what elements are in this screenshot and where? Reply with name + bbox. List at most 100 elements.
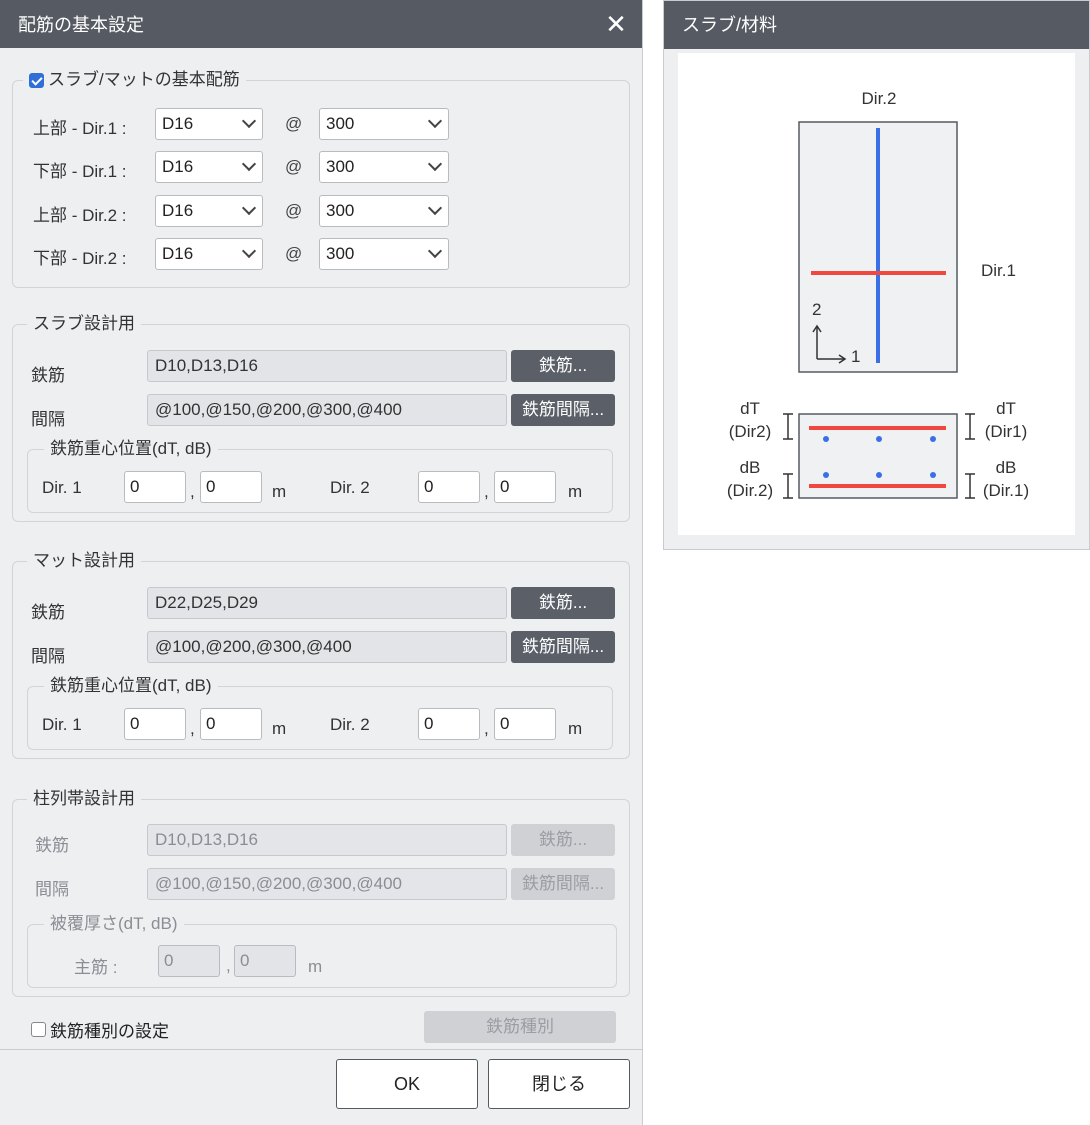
slab-material-panel: スラブ/材料 Dir.2 Dir.1 2 1 dT (Dir2) dT (Dir… bbox=[663, 0, 1090, 550]
top-dir2-bar bbox=[876, 436, 882, 442]
column-strip-legend: 柱列帯設計用 bbox=[27, 787, 141, 811]
chevron-down-icon bbox=[241, 113, 257, 129]
bar-size-select[interactable]: D16 bbox=[155, 108, 263, 140]
mat-design-group: マット設計用 鉄筋 D22,D25,D29 鉄筋... 間隔 @100,@200… bbox=[12, 549, 630, 759]
dB-right-label: dB bbox=[996, 458, 1017, 477]
spacing-value: 300 bbox=[326, 201, 355, 220]
dir1-label: Dir.1 bbox=[981, 261, 1016, 280]
dir2-label: Dir. 2 bbox=[330, 715, 370, 734]
rebar-type-checkbox[interactable] bbox=[31, 1022, 46, 1037]
slab-rebar-label: 鉄筋 bbox=[31, 366, 65, 385]
mat-design-legend: マット設計用 bbox=[27, 549, 141, 573]
chevron-down-icon bbox=[241, 200, 257, 216]
chevron-down-icon bbox=[427, 243, 443, 259]
main-bar-label: 主筋 : bbox=[74, 958, 118, 977]
bar-size-value: D16 bbox=[162, 114, 194, 133]
slab-rebar-field[interactable]: D10,D13,D16 bbox=[147, 350, 507, 382]
slab-dir1-dB-input[interactable]: 0 bbox=[200, 471, 262, 503]
column-strip-spacing-button: 鉄筋間隔... bbox=[511, 868, 615, 900]
unit-label: m bbox=[308, 957, 323, 976]
slab-spacing-field[interactable]: @100,@150,@200,@300,@400 bbox=[147, 394, 507, 426]
chevron-down-icon bbox=[241, 243, 257, 259]
slab-dir1-dT-input[interactable]: 0 bbox=[124, 471, 186, 503]
comma: , bbox=[484, 719, 489, 738]
basic-rebar-checkbox[interactable] bbox=[29, 72, 44, 88]
bar-size-select[interactable]: D16 bbox=[155, 195, 263, 227]
mat-rebar-label: 鉄筋 bbox=[31, 603, 65, 622]
mat-spacing-button[interactable]: 鉄筋間隔... bbox=[511, 631, 615, 663]
chevron-down-icon bbox=[427, 113, 443, 129]
slab-centroid-group: 鉄筋重心位置(dT, dB) Dir. 1 0 , 0 m Dir. 2 0 ,… bbox=[27, 437, 613, 513]
top-dir2-bar bbox=[823, 436, 829, 442]
spacing-select[interactable]: 300 bbox=[319, 151, 449, 183]
mat-dir1-dB-input[interactable]: 0 bbox=[200, 708, 262, 740]
unit-label: m bbox=[568, 719, 583, 738]
bar-size-select[interactable]: D16 bbox=[155, 151, 263, 183]
bottom-dir2-bar bbox=[930, 472, 936, 478]
spacing-select[interactable]: 300 bbox=[319, 195, 449, 227]
dT-right-label: dT bbox=[996, 399, 1016, 418]
cover-legend: 被覆厚さ(dT, dB) bbox=[44, 912, 184, 936]
rebar-type-button: 鉄筋種別 bbox=[424, 1011, 616, 1043]
column-strip-group: 柱列帯設計用 鉄筋 D10,D13,D16 鉄筋... 間隔 @100,@150… bbox=[12, 787, 630, 997]
mat-rebar-field[interactable]: D22,D25,D29 bbox=[147, 587, 507, 619]
close-button[interactable]: 閉じる bbox=[488, 1059, 630, 1109]
comma: , bbox=[226, 956, 231, 975]
column-strip-rebar-label: 鉄筋 bbox=[35, 836, 69, 855]
bar-size-value: D16 bbox=[162, 244, 194, 263]
slab-spacing-button[interactable]: 鉄筋間隔... bbox=[511, 394, 615, 426]
column-strip-rebar-button: 鉄筋... bbox=[511, 824, 615, 856]
slab-centroid-legend: 鉄筋重心位置(dT, dB) bbox=[44, 437, 218, 461]
mat-dir1-dT-input[interactable]: 0 bbox=[124, 708, 186, 740]
dir2-paren-label: (Dir2) bbox=[729, 422, 772, 441]
spacing-select[interactable]: 300 bbox=[319, 238, 449, 270]
row-label: 下部 - Dir.2 : bbox=[33, 249, 127, 268]
dB-left-label: dB bbox=[740, 458, 761, 477]
at-symbol: @ bbox=[285, 114, 303, 133]
row-label: 下部 - Dir.1 : bbox=[33, 162, 127, 181]
slab-dir2-dB-input[interactable]: 0 bbox=[494, 471, 556, 503]
basic-rebar-group: スラブ/マットの基本配筋 上部 - Dir.1 : D16 @ 300 下部 -… bbox=[12, 68, 630, 288]
comma: , bbox=[190, 482, 195, 501]
ok-button[interactable]: OK bbox=[336, 1059, 478, 1109]
bar-size-value: D16 bbox=[162, 157, 194, 176]
top-dir2-bar bbox=[930, 436, 936, 442]
slab-spacing-label: 間隔 bbox=[31, 410, 65, 429]
row-label: 上部 - Dir.2 : bbox=[33, 206, 127, 225]
dir2-label: Dir.2 bbox=[862, 89, 897, 108]
dir1-paren-b-label: (Dir.1) bbox=[983, 481, 1029, 500]
rebar-type-checkbox-label[interactable]: 鉄筋種別の設定 bbox=[50, 1017, 169, 1042]
basic-rebar-checkbox-label[interactable]: スラブ/マットの基本配筋 bbox=[48, 68, 240, 92]
row-label: 上部 - Dir.1 : bbox=[33, 119, 127, 138]
dimension-marker-icon bbox=[783, 413, 793, 499]
comma: , bbox=[190, 719, 195, 738]
cover-dT-input: 0 bbox=[158, 945, 220, 977]
chevron-down-icon bbox=[427, 156, 443, 172]
dir2-label: Dir. 2 bbox=[330, 478, 370, 497]
chevron-down-icon bbox=[241, 156, 257, 172]
at-symbol: @ bbox=[285, 157, 303, 176]
diagram-canvas: Dir.2 Dir.1 2 1 dT (Dir2) dT (Dir1) dB (… bbox=[678, 53, 1075, 535]
column-strip-rebar-field: D10,D13,D16 bbox=[147, 824, 507, 856]
bar-size-select[interactable]: D16 bbox=[155, 238, 263, 270]
mat-dir2-dT-input[interactable]: 0 bbox=[418, 708, 480, 740]
unit-label: m bbox=[568, 482, 583, 501]
spacing-value: 300 bbox=[326, 157, 355, 176]
spacing-select[interactable]: 300 bbox=[319, 108, 449, 140]
slab-rebar-button[interactable]: 鉄筋... bbox=[511, 350, 615, 382]
at-symbol: @ bbox=[285, 201, 303, 220]
dir1-label: Dir. 1 bbox=[42, 715, 82, 734]
rebar-settings-dialog: 配筋の基本設定 ✕ スラブ/マットの基本配筋 上部 - Dir.1 : D16 … bbox=[0, 0, 643, 1125]
rebar-type-row: 鉄筋種別の設定 bbox=[31, 1017, 169, 1042]
panel-title: スラブ/材料 bbox=[664, 1, 1089, 49]
mat-dir2-dB-input[interactable]: 0 bbox=[494, 708, 556, 740]
slab-dir2-dT-input[interactable]: 0 bbox=[418, 471, 480, 503]
slab-design-legend: スラブ設計用 bbox=[27, 312, 141, 336]
column-strip-spacing-field: @100,@150,@200,@300,@400 bbox=[147, 868, 507, 900]
close-icon[interactable]: ✕ bbox=[604, 11, 628, 37]
mat-spacing-field[interactable]: @100,@200,@300,@400 bbox=[147, 631, 507, 663]
mat-rebar-button[interactable]: 鉄筋... bbox=[511, 587, 615, 619]
dir2-paren-b-label: (Dir.2) bbox=[727, 481, 773, 500]
axis-1-label: 1 bbox=[851, 347, 860, 366]
mat-centroid-group: 鉄筋重心位置(dT, dB) Dir. 1 0 , 0 m Dir. 2 0 ,… bbox=[27, 674, 613, 750]
